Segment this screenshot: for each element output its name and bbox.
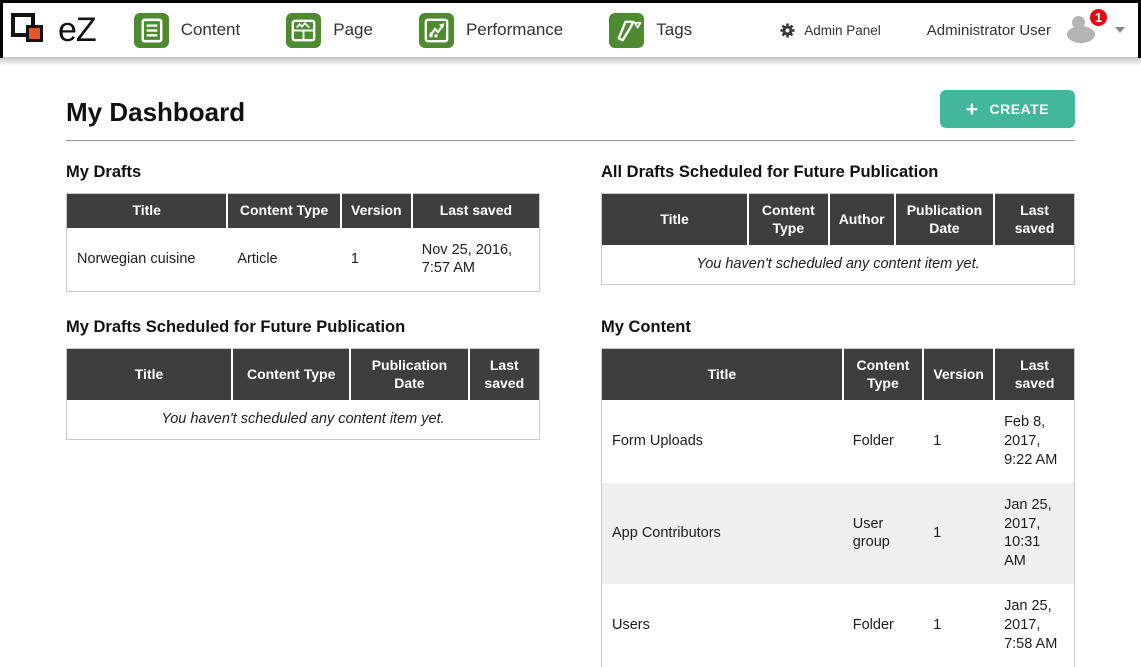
section-my-drafts: My Drafts TitleContent TypeVersionLast s… (66, 163, 540, 292)
ez-logo[interactable]: eZ (10, 9, 96, 51)
table-cell: Feb 8, 2017, 9:22 AM (994, 400, 1074, 483)
plus-icon: + (966, 99, 979, 120)
nav-label-tags: Tags (656, 20, 692, 40)
content-icon (134, 13, 169, 48)
chevron-down-icon (1115, 27, 1125, 33)
table-cell: 1 (923, 483, 994, 584)
table-cell: Users (602, 584, 843, 667)
table-cell: Folder (843, 400, 923, 483)
column-header: Last saved (994, 349, 1074, 401)
create-button-label: CREATE (989, 101, 1049, 117)
section-my-content: My Content TitleContent TypeVersionLast … (601, 318, 1075, 667)
data-table: TitleContent TypePublication DateLast sa… (66, 348, 540, 440)
column-header: Content Type (232, 349, 350, 401)
page-icon (286, 13, 321, 48)
create-button[interactable]: + CREATE (940, 90, 1075, 128)
table-row[interactable]: UsersFolder1Jan 25, 2017, 7:58 AM (602, 584, 1075, 667)
column-header: Content Type (748, 194, 828, 246)
table-cell: 1 (923, 584, 994, 667)
user-menu[interactable]: Administrator User 1 (927, 16, 1125, 44)
column-header: Publication Date (895, 194, 994, 246)
column-header: Title (602, 194, 749, 246)
table-row[interactable]: Form UploadsFolder1Feb 8, 2017, 9:22 AM (602, 400, 1075, 483)
my-content-table: TitleContent TypeVersionLast savedForm U… (601, 348, 1075, 667)
table-cell: Jan 25, 2017, 10:31 AM (994, 483, 1074, 584)
column-header: Title (602, 349, 843, 401)
nav-item-tags[interactable]: Tags (609, 13, 692, 48)
table-cell: User group (843, 483, 923, 584)
column-header: Last saved (412, 194, 540, 228)
data-table: TitleContent TypeVersionLast savedNorweg… (66, 193, 540, 292)
empty-message: You haven't scheduled any content item y… (67, 400, 540, 439)
ez-logo-text: eZ (58, 11, 96, 50)
navbar-shadow (0, 57, 1141, 66)
table-cell: Folder (843, 584, 923, 667)
column-header: Version (341, 194, 412, 228)
nav-label-content: Content (181, 20, 241, 40)
ez-logo-icon (10, 9, 54, 51)
table-cell: Jan 25, 2017, 7:58 AM (994, 584, 1074, 667)
avatar-body (1067, 26, 1095, 43)
dashboard-main: My Dashboard + CREATE My Drafts TitleCon… (0, 66, 1141, 667)
column-header: Content Type (227, 194, 341, 228)
column-header: Content Type (843, 349, 923, 401)
data-table: TitleContent TypeVersionLast savedForm U… (601, 348, 1075, 667)
notification-badge[interactable]: 1 (1088, 7, 1109, 28)
column-header: Publication Date (350, 349, 468, 401)
logo-orange-square (26, 25, 43, 42)
nav-item-content[interactable]: Content (134, 13, 241, 48)
nav-item-page[interactable]: Page (286, 13, 373, 48)
column-header: Title (67, 349, 233, 401)
section-title-my-drafts: My Drafts (66, 163, 540, 182)
table-row[interactable]: Norwegian cuisineArticle1Nov 25, 2016, 7… (67, 228, 540, 292)
table-header-row: TitleContent TypeVersionLast saved (602, 349, 1075, 401)
section-title-my-drafts-scheduled: My Drafts Scheduled for Future Publicati… (66, 318, 540, 337)
screen-edge-left (0, 0, 3, 58)
nav-label-page: Page (333, 20, 373, 40)
my-drafts-table: TitleContent TypeVersionLast savedNorweg… (66, 193, 540, 292)
all-drafts-scheduled-table: TitleContent TypeAuthorPublication DateL… (601, 193, 1075, 285)
column-header: Last saved (994, 194, 1074, 246)
avatar: 1 (1067, 16, 1101, 44)
table-header-row: TitleContent TypeVersionLast saved (67, 194, 540, 228)
empty-row: You haven't scheduled any content item y… (67, 400, 540, 439)
page-header: My Dashboard + CREATE (66, 66, 1075, 141)
top-navbar: eZ Content Pag (0, 0, 1141, 57)
column-header: Author (829, 194, 895, 246)
column-header: Version (923, 349, 994, 401)
section-title-my-content: My Content (601, 318, 1075, 337)
empty-row: You haven't scheduled any content item y… (602, 245, 1075, 284)
table-cell: Form Uploads (602, 400, 843, 483)
section-all-drafts-scheduled: All Drafts Scheduled for Future Publicat… (601, 163, 1075, 292)
table-cell: Nov 25, 2016, 7:57 AM (412, 228, 540, 292)
empty-message: You haven't scheduled any content item y… (602, 245, 1075, 284)
section-my-drafts-scheduled: My Drafts Scheduled for Future Publicati… (66, 318, 540, 667)
nav-item-performance[interactable]: Performance (419, 13, 563, 48)
nav-label-performance: Performance (466, 20, 563, 40)
table-header-row: TitleContent TypeAuthorPublication DateL… (602, 194, 1075, 246)
my-drafts-scheduled-table: TitleContent TypePublication DateLast sa… (66, 348, 540, 440)
table-header-row: TitleContent TypePublication DateLast sa… (67, 349, 540, 401)
performance-icon (419, 13, 454, 48)
user-name: Administrator User (927, 22, 1051, 39)
dashboard-grid: My Drafts TitleContent TypeVersionLast s… (66, 163, 1075, 667)
table-cell: App Contributors (602, 483, 843, 584)
table-cell: 1 (923, 400, 994, 483)
table-row[interactable]: App ContributorsUser group1Jan 25, 2017,… (602, 483, 1075, 584)
page-title: My Dashboard (66, 97, 245, 128)
section-title-all-drafts-scheduled: All Drafts Scheduled for Future Publicat… (601, 163, 1075, 182)
admin-panel-button[interactable]: Admin Panel (780, 23, 881, 38)
tags-icon (609, 13, 644, 48)
column-header: Last saved (469, 349, 540, 401)
table-cell: 1 (341, 228, 412, 292)
table-cell: Article (227, 228, 341, 292)
column-header: Title (67, 194, 228, 228)
data-table: TitleContent TypeAuthorPublication DateL… (601, 193, 1075, 285)
main-nav: Content Page (134, 13, 693, 48)
gear-icon (780, 23, 795, 38)
admin-panel-label: Admin Panel (804, 23, 881, 38)
table-cell: Norwegian cuisine (67, 228, 228, 292)
